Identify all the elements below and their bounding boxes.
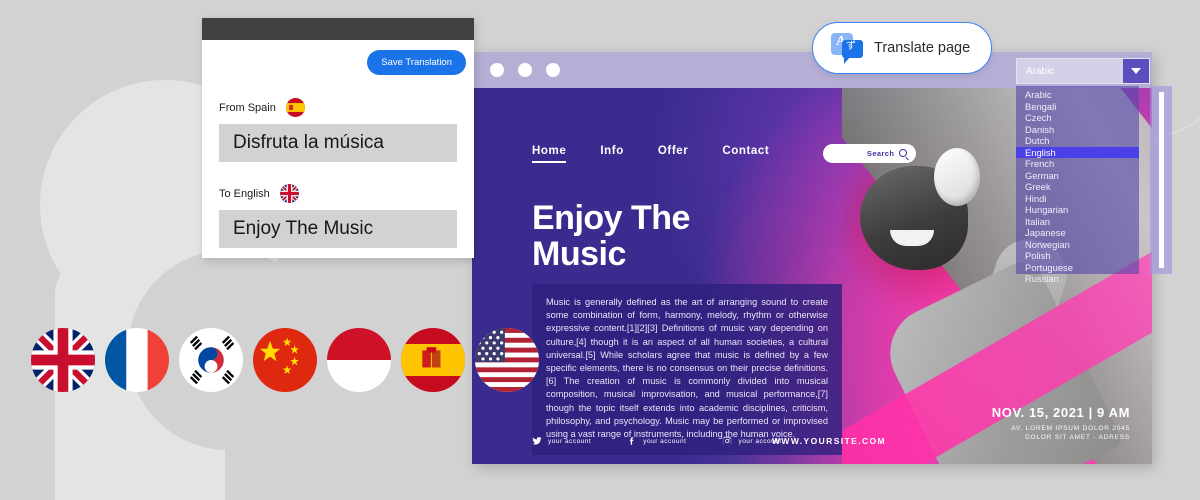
translate-icon-cjk-tile: ず [842,40,863,58]
language-option-english[interactable]: English [1016,146,1139,158]
language-option-bengali[interactable]: Bengali [1025,101,1139,113]
translate-page-label: Translate page [874,40,971,56]
indonesia-flag-icon[interactable] [327,328,391,392]
social-link-facebook[interactable]: your account [627,436,686,446]
uk-flag-icon[interactable] [31,328,95,392]
site-url[interactable]: WWW.YOURSITE.COM [772,436,886,446]
traffic-light-dot[interactable] [518,63,532,77]
language-option-japanese[interactable]: Japanese [1025,227,1139,239]
language-option-hindi[interactable]: Hindi [1025,193,1139,205]
translate-icon: A ず [831,33,863,64]
language-list-scrollbar[interactable] [1150,86,1172,274]
search-icon [899,149,908,157]
spain-flag-icon[interactable] [401,328,465,392]
traffic-light-dot[interactable] [490,63,504,77]
language-dropdown-button[interactable] [1123,59,1149,83]
translate-icon-bubble-tail [844,57,850,64]
translation-panel: Save Translation From Spain Disfruta la … [202,18,474,258]
save-translation-button[interactable]: Save Translation [367,50,466,75]
source-language-row: From Spain [219,98,457,117]
hero-body-copy: Music is generally defined as the art of… [532,284,842,456]
language-flag-row [31,328,539,392]
scrollbar-thumb[interactable] [1158,92,1164,268]
language-option-polish[interactable]: Polish [1025,250,1139,262]
language-selector-widget[interactable]: Arabic Arabic Bengali Czech Danish Dutch Engl… [1016,58,1172,284]
language-option-french[interactable]: French [1025,158,1139,170]
target-language-row: To English [219,184,457,203]
hero-title: Enjoy The Music [532,200,690,272]
language-option-list[interactable]: Arabic Bengali Czech Danish Dutch English Fren… [1016,86,1139,284]
language-option-arabic[interactable]: Arabic [1025,89,1139,101]
nav-item-info[interactable]: Info [600,145,623,161]
target-language-label: To English [219,187,270,200]
instagram-icon [723,436,732,446]
usa-flag-icon[interactable] [475,328,539,392]
nav-item-offer[interactable]: Offer [658,145,688,161]
hero-title-line-2: Music [532,235,626,273]
source-text-input[interactable]: Disfruta la música [219,124,457,162]
translate-page-button[interactable]: A ず Translate page [812,22,992,74]
uk-flag-icon [279,184,299,203]
nav-item-home[interactable]: Home [532,145,567,163]
language-combobox-value: Arabic [1026,65,1055,77]
france-flag-icon[interactable] [105,328,169,392]
social-handle: your account [643,437,687,445]
hero-title-line-1: Enjoy The [532,199,690,237]
event-info: NOV. 15, 2021 | 9 AM AV. LOREM IPSUM DOL… [992,405,1130,442]
language-option-portuguese[interactable]: Portuguese [1025,262,1139,274]
nav-item-contact[interactable]: Contact [722,145,769,161]
traffic-light-dot[interactable] [546,63,560,77]
language-option-danish[interactable]: Danish [1025,124,1139,136]
language-option-hungarian[interactable]: Hungarian [1025,204,1139,216]
language-option-italian[interactable]: Italian [1025,216,1139,228]
language-combobox[interactable]: Arabic [1016,58,1150,84]
event-date: NOV. 15, 2021 | 9 AM [991,405,1130,420]
translate-icon-glyph: ず [846,41,856,52]
facebook-icon [630,437,634,445]
twitter-icon [532,437,542,445]
south-korea-flag-icon[interactable] [179,328,243,392]
language-option-greek[interactable]: Greek [1025,181,1139,193]
chevron-down-icon [1131,68,1141,74]
social-handle: your account [548,437,592,445]
source-language-label: From Spain [219,101,276,114]
event-address-line-1: AV. LOREM IPSUM DOLOR 2045 [1011,425,1130,432]
site-footer-social: your account your account your account [532,436,782,446]
event-address-line-2: DOLOR SIT AMET - ADRESS [1025,434,1130,441]
spain-flag-icon [285,98,305,117]
language-option-dutch[interactable]: Dutch [1025,135,1139,147]
language-option-czech[interactable]: Czech [1025,112,1139,124]
language-option-russian[interactable]: Russian [1025,273,1139,285]
translation-panel-titlebar [202,18,474,40]
target-text-output[interactable]: Enjoy The Music [219,210,457,248]
social-link-twitter[interactable]: your account [532,436,591,446]
language-option-norwegian[interactable]: Norwegian [1025,239,1139,251]
site-search-input[interactable]: Search [823,143,917,163]
language-option-german[interactable]: German [1025,170,1139,182]
site-search-label: Search [866,148,895,158]
china-flag-icon[interactable] [253,328,317,392]
